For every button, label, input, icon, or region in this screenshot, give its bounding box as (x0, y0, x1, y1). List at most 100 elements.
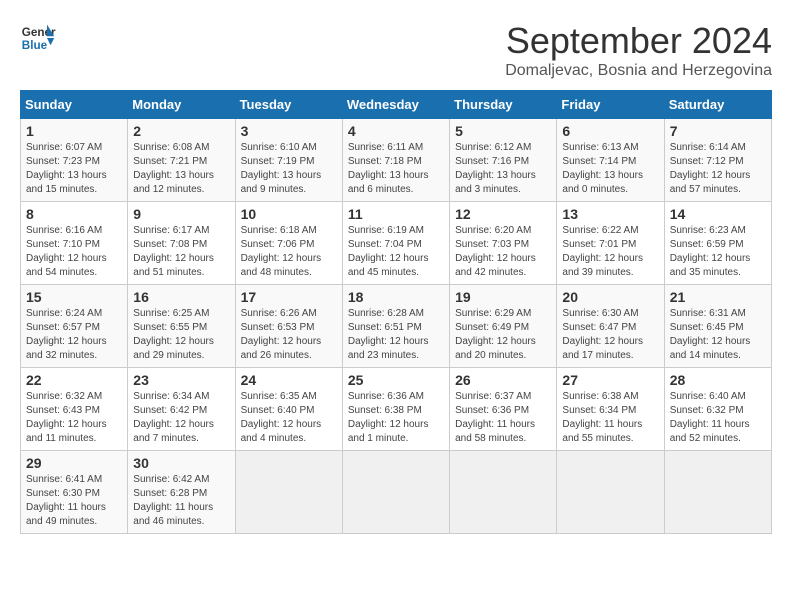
calendar-cell: 26 Sunrise: 6:37 AMSunset: 6:36 PMDaylig… (450, 368, 557, 451)
calendar-week-row: 29 Sunrise: 6:41 AMSunset: 6:30 PMDaylig… (21, 451, 772, 534)
weekday-header: Thursday (450, 91, 557, 119)
calendar-header-row: SundayMondayTuesdayWednesdayThursdayFrid… (21, 91, 772, 119)
day-number: 2 (133, 123, 229, 139)
day-number: 18 (348, 289, 444, 305)
calendar-cell: 28 Sunrise: 6:40 AMSunset: 6:32 PMDaylig… (664, 368, 771, 451)
day-detail: Sunrise: 6:42 AMSunset: 6:28 PMDaylight:… (133, 473, 229, 529)
page-header: General Blue September 2024 Domaljevac, … (20, 20, 772, 80)
calendar-cell: 2 Sunrise: 6:08 AMSunset: 7:21 PMDayligh… (128, 119, 235, 202)
calendar-cell: 18 Sunrise: 6:28 AMSunset: 6:51 PMDaylig… (342, 285, 449, 368)
calendar-cell: 9 Sunrise: 6:17 AMSunset: 7:08 PMDayligh… (128, 202, 235, 285)
calendar-cell (450, 451, 557, 534)
calendar-cell: 13 Sunrise: 6:22 AMSunset: 7:01 PMDaylig… (557, 202, 664, 285)
day-detail: Sunrise: 6:28 AMSunset: 6:51 PMDaylight:… (348, 307, 444, 363)
day-detail: Sunrise: 6:12 AMSunset: 7:16 PMDaylight:… (455, 141, 551, 197)
day-number: 16 (133, 289, 229, 305)
calendar-cell: 7 Sunrise: 6:14 AMSunset: 7:12 PMDayligh… (664, 119, 771, 202)
day-detail: Sunrise: 6:37 AMSunset: 6:36 PMDaylight:… (455, 390, 551, 446)
calendar-cell: 8 Sunrise: 6:16 AMSunset: 7:10 PMDayligh… (21, 202, 128, 285)
day-detail: Sunrise: 6:30 AMSunset: 6:47 PMDaylight:… (562, 307, 658, 363)
month-title: September 2024 (505, 20, 772, 62)
calendar-cell: 25 Sunrise: 6:36 AMSunset: 6:38 PMDaylig… (342, 368, 449, 451)
calendar-table: SundayMondayTuesdayWednesdayThursdayFrid… (20, 90, 772, 534)
weekday-header: Wednesday (342, 91, 449, 119)
calendar-week-row: 22 Sunrise: 6:32 AMSunset: 6:43 PMDaylig… (21, 368, 772, 451)
day-detail: Sunrise: 6:17 AMSunset: 7:08 PMDaylight:… (133, 224, 229, 280)
day-detail: Sunrise: 6:20 AMSunset: 7:03 PMDaylight:… (455, 224, 551, 280)
day-number: 27 (562, 372, 658, 388)
day-detail: Sunrise: 6:41 AMSunset: 6:30 PMDaylight:… (26, 473, 122, 529)
day-number: 28 (670, 372, 766, 388)
day-number: 29 (26, 455, 122, 471)
calendar-cell: 30 Sunrise: 6:42 AMSunset: 6:28 PMDaylig… (128, 451, 235, 534)
day-number: 5 (455, 123, 551, 139)
calendar-cell: 24 Sunrise: 6:35 AMSunset: 6:40 PMDaylig… (235, 368, 342, 451)
day-number: 6 (562, 123, 658, 139)
day-number: 4 (348, 123, 444, 139)
day-detail: Sunrise: 6:19 AMSunset: 7:04 PMDaylight:… (348, 224, 444, 280)
day-number: 10 (241, 206, 337, 222)
calendar-cell: 15 Sunrise: 6:24 AMSunset: 6:57 PMDaylig… (21, 285, 128, 368)
day-detail: Sunrise: 6:18 AMSunset: 7:06 PMDaylight:… (241, 224, 337, 280)
day-number: 17 (241, 289, 337, 305)
calendar-cell: 17 Sunrise: 6:26 AMSunset: 6:53 PMDaylig… (235, 285, 342, 368)
svg-text:Blue: Blue (22, 39, 48, 52)
day-number: 26 (455, 372, 551, 388)
calendar-cell (235, 451, 342, 534)
day-detail: Sunrise: 6:35 AMSunset: 6:40 PMDaylight:… (241, 390, 337, 446)
day-number: 3 (241, 123, 337, 139)
calendar-week-row: 1 Sunrise: 6:07 AMSunset: 7:23 PMDayligh… (21, 119, 772, 202)
day-detail: Sunrise: 6:14 AMSunset: 7:12 PMDaylight:… (670, 141, 766, 197)
calendar-cell: 22 Sunrise: 6:32 AMSunset: 6:43 PMDaylig… (21, 368, 128, 451)
day-detail: Sunrise: 6:29 AMSunset: 6:49 PMDaylight:… (455, 307, 551, 363)
day-detail: Sunrise: 6:08 AMSunset: 7:21 PMDaylight:… (133, 141, 229, 197)
calendar-cell: 3 Sunrise: 6:10 AMSunset: 7:19 PMDayligh… (235, 119, 342, 202)
day-number: 13 (562, 206, 658, 222)
weekday-header: Tuesday (235, 91, 342, 119)
calendar-cell: 20 Sunrise: 6:30 AMSunset: 6:47 PMDaylig… (557, 285, 664, 368)
day-detail: Sunrise: 6:11 AMSunset: 7:18 PMDaylight:… (348, 141, 444, 197)
day-detail: Sunrise: 6:22 AMSunset: 7:01 PMDaylight:… (562, 224, 658, 280)
day-detail: Sunrise: 6:13 AMSunset: 7:14 PMDaylight:… (562, 141, 658, 197)
day-detail: Sunrise: 6:07 AMSunset: 7:23 PMDaylight:… (26, 141, 122, 197)
day-number: 14 (670, 206, 766, 222)
day-number: 30 (133, 455, 229, 471)
logo: General Blue (20, 20, 56, 56)
day-detail: Sunrise: 6:23 AMSunset: 6:59 PMDaylight:… (670, 224, 766, 280)
calendar-cell: 10 Sunrise: 6:18 AMSunset: 7:06 PMDaylig… (235, 202, 342, 285)
calendar-cell (342, 451, 449, 534)
day-number: 22 (26, 372, 122, 388)
day-number: 23 (133, 372, 229, 388)
calendar-cell: 11 Sunrise: 6:19 AMSunset: 7:04 PMDaylig… (342, 202, 449, 285)
location: Domaljevac, Bosnia and Herzegovina (505, 62, 772, 80)
calendar-cell (664, 451, 771, 534)
calendar-cell: 21 Sunrise: 6:31 AMSunset: 6:45 PMDaylig… (664, 285, 771, 368)
day-number: 15 (26, 289, 122, 305)
calendar-cell: 27 Sunrise: 6:38 AMSunset: 6:34 PMDaylig… (557, 368, 664, 451)
day-number: 25 (348, 372, 444, 388)
weekday-header: Saturday (664, 91, 771, 119)
day-number: 21 (670, 289, 766, 305)
day-number: 19 (455, 289, 551, 305)
day-number: 9 (133, 206, 229, 222)
day-detail: Sunrise: 6:31 AMSunset: 6:45 PMDaylight:… (670, 307, 766, 363)
day-detail: Sunrise: 6:36 AMSunset: 6:38 PMDaylight:… (348, 390, 444, 446)
calendar-cell: 4 Sunrise: 6:11 AMSunset: 7:18 PMDayligh… (342, 119, 449, 202)
calendar-cell: 29 Sunrise: 6:41 AMSunset: 6:30 PMDaylig… (21, 451, 128, 534)
calendar-cell: 5 Sunrise: 6:12 AMSunset: 7:16 PMDayligh… (450, 119, 557, 202)
weekday-header: Sunday (21, 91, 128, 119)
day-number: 12 (455, 206, 551, 222)
day-number: 24 (241, 372, 337, 388)
calendar-cell: 16 Sunrise: 6:25 AMSunset: 6:55 PMDaylig… (128, 285, 235, 368)
day-detail: Sunrise: 6:25 AMSunset: 6:55 PMDaylight:… (133, 307, 229, 363)
day-number: 1 (26, 123, 122, 139)
day-detail: Sunrise: 6:24 AMSunset: 6:57 PMDaylight:… (26, 307, 122, 363)
day-detail: Sunrise: 6:10 AMSunset: 7:19 PMDaylight:… (241, 141, 337, 197)
day-detail: Sunrise: 6:38 AMSunset: 6:34 PMDaylight:… (562, 390, 658, 446)
day-detail: Sunrise: 6:16 AMSunset: 7:10 PMDaylight:… (26, 224, 122, 280)
calendar-cell: 1 Sunrise: 6:07 AMSunset: 7:23 PMDayligh… (21, 119, 128, 202)
day-number: 11 (348, 206, 444, 222)
day-number: 20 (562, 289, 658, 305)
title-section: September 2024 Domaljevac, Bosnia and He… (505, 20, 772, 80)
weekday-header: Monday (128, 91, 235, 119)
